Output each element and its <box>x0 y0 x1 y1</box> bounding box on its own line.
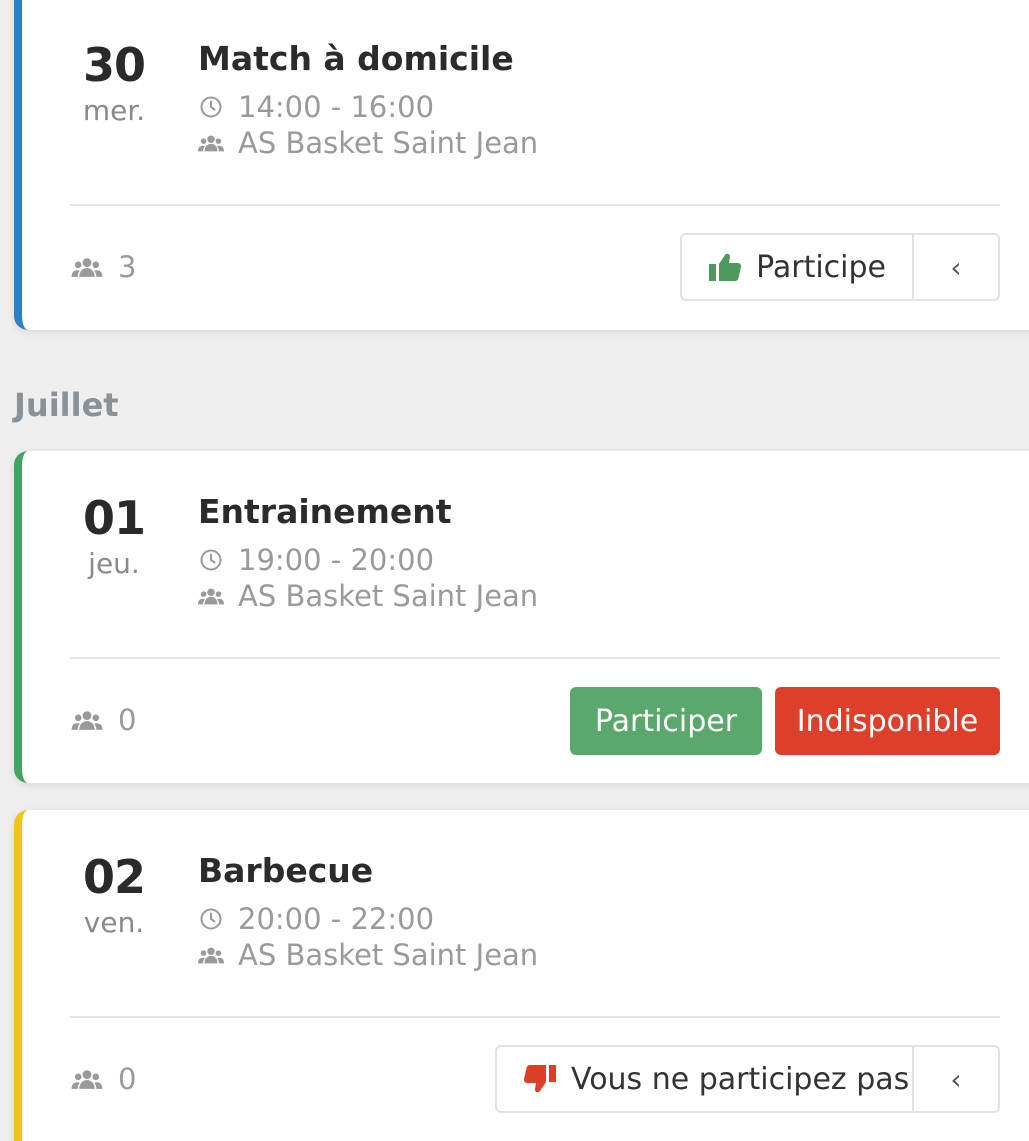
team-icon <box>198 130 224 156</box>
participant-count: 0 <box>70 1062 136 1096</box>
event-date: 30 mer. <box>62 42 166 127</box>
participant-count-text: 3 <box>118 250 137 284</box>
event-day: 02 <box>82 850 146 904</box>
event-time-text: 14:00 - 16:00 <box>238 90 435 124</box>
event-info: Entrainement 19:00 - 20:00 AS Basket Sai… <box>198 495 538 614</box>
thumbs-down-icon <box>523 1063 557 1095</box>
participant-count: 3 <box>70 250 136 284</box>
thumbs-up-icon <box>708 251 742 283</box>
event-time: 19:00 - 20:00 <box>198 542 538 578</box>
participate-button[interactable]: Participer <box>570 687 762 755</box>
participation-status-group: Participe ‹ <box>680 233 1000 301</box>
event-team: AS Basket Saint Jean <box>198 578 538 614</box>
group-icon <box>70 255 106 279</box>
event-weekday: ven. <box>83 906 145 939</box>
event-day: 01 <box>82 491 146 545</box>
group-icon <box>70 708 106 732</box>
expand-options-button[interactable]: ‹ <box>914 235 998 299</box>
events-list: 30 mer. Match à domicile 14:00 - 16:00 A… <box>0 0 1029 1141</box>
team-icon <box>198 583 224 609</box>
clock-icon <box>198 94 224 120</box>
clock-icon <box>198 547 224 573</box>
event-card-barbecue[interactable]: 02 ven. Barbecue 20:00 - 22:00 AS Basket… <box>14 810 1029 1141</box>
participe-button[interactable]: Participe <box>682 235 914 299</box>
event-date: 02 ven. <box>62 854 166 939</box>
event-day: 30 <box>82 38 146 92</box>
unavailable-button[interactable]: Indisponible <box>775 687 1000 755</box>
divider <box>70 657 1000 659</box>
clock-icon <box>198 906 224 932</box>
event-time-text: 19:00 - 20:00 <box>238 543 435 577</box>
month-header: Juillet <box>14 386 119 424</box>
divider <box>70 1016 1000 1018</box>
chevron-left-icon: ‹ <box>950 1062 962 1096</box>
participation-status-group: Vous ne participez pas ‹ <box>495 1045 1000 1113</box>
event-team-text: AS Basket Saint Jean <box>238 579 539 613</box>
event-time-text: 20:00 - 22:00 <box>238 902 435 936</box>
event-info: Match à domicile 14:00 - 16:00 AS Basket… <box>198 42 538 161</box>
event-date: 01 jeu. <box>62 495 166 580</box>
event-time: 14:00 - 16:00 <box>198 89 538 125</box>
group-icon <box>70 1067 106 1091</box>
event-title: Match à domicile <box>198 39 514 78</box>
event-time: 20:00 - 22:00 <box>198 901 538 937</box>
expand-options-button[interactable]: ‹ <box>914 1047 998 1111</box>
event-weekday: mer. <box>82 94 146 127</box>
event-title: Barbecue <box>198 851 374 890</box>
chevron-left-icon: ‹ <box>950 250 962 284</box>
divider <box>70 204 1000 206</box>
participant-count-text: 0 <box>118 703 137 737</box>
event-weekday: jeu. <box>88 547 140 580</box>
team-icon <box>198 942 224 968</box>
event-team: AS Basket Saint Jean <box>198 937 538 973</box>
participant-count-text: 0 <box>118 1062 137 1096</box>
participant-count: 0 <box>70 703 136 737</box>
event-card-entrainement[interactable]: 01 jeu. Entrainement 19:00 - 20:00 AS Ba… <box>14 451 1029 783</box>
event-info: Barbecue 20:00 - 22:00 AS Basket Saint J… <box>198 854 538 973</box>
event-team: AS Basket Saint Jean <box>198 125 538 161</box>
not-participating-button[interactable]: Vous ne participez pas <box>497 1047 914 1111</box>
event-title: Entrainement <box>198 492 452 531</box>
event-team-text: AS Basket Saint Jean <box>238 126 539 160</box>
event-card-match[interactable]: 30 mer. Match à domicile 14:00 - 16:00 A… <box>14 0 1029 330</box>
event-team-text: AS Basket Saint Jean <box>238 938 539 972</box>
